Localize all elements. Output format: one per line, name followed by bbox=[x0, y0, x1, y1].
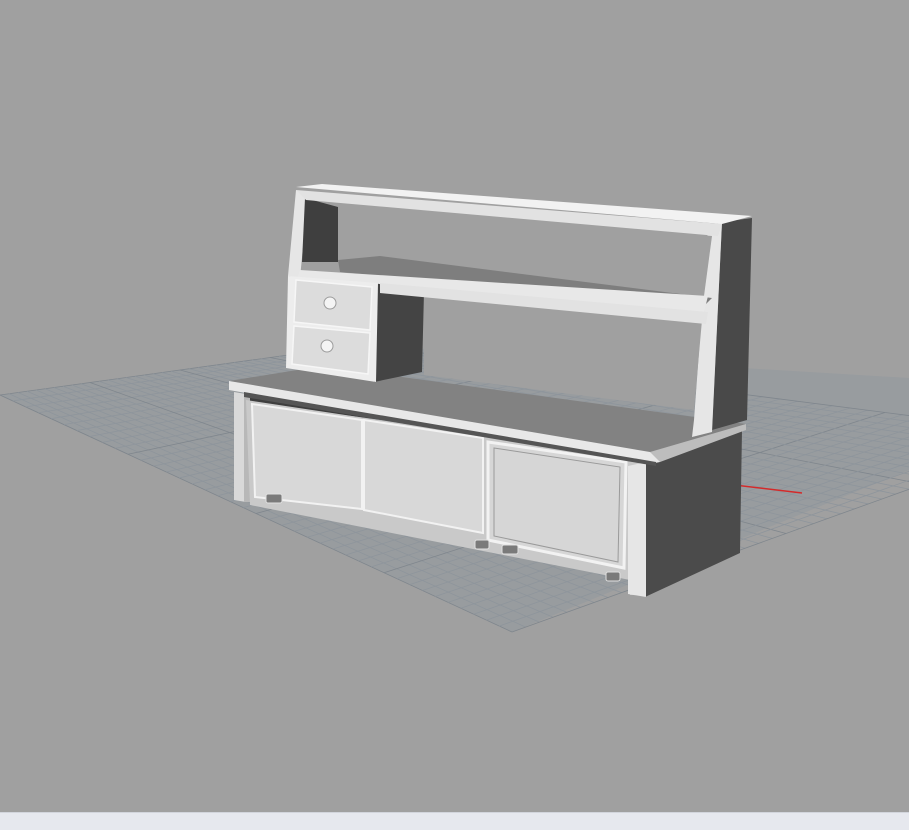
viewport-canvas[interactable] bbox=[0, 0, 909, 812]
3d-viewport[interactable] bbox=[0, 0, 909, 812]
drawer-top-knob[interactable] bbox=[323, 296, 337, 310]
cabinet-right-leg bbox=[628, 462, 646, 597]
drawer-bottom-knob[interactable] bbox=[320, 339, 334, 353]
hutch-inner-shadow-left bbox=[302, 198, 338, 262]
drawer-unit-shadow bbox=[374, 283, 424, 382]
cabinet-door-left[interactable] bbox=[250, 402, 363, 511]
status-strip bbox=[0, 812, 909, 830]
